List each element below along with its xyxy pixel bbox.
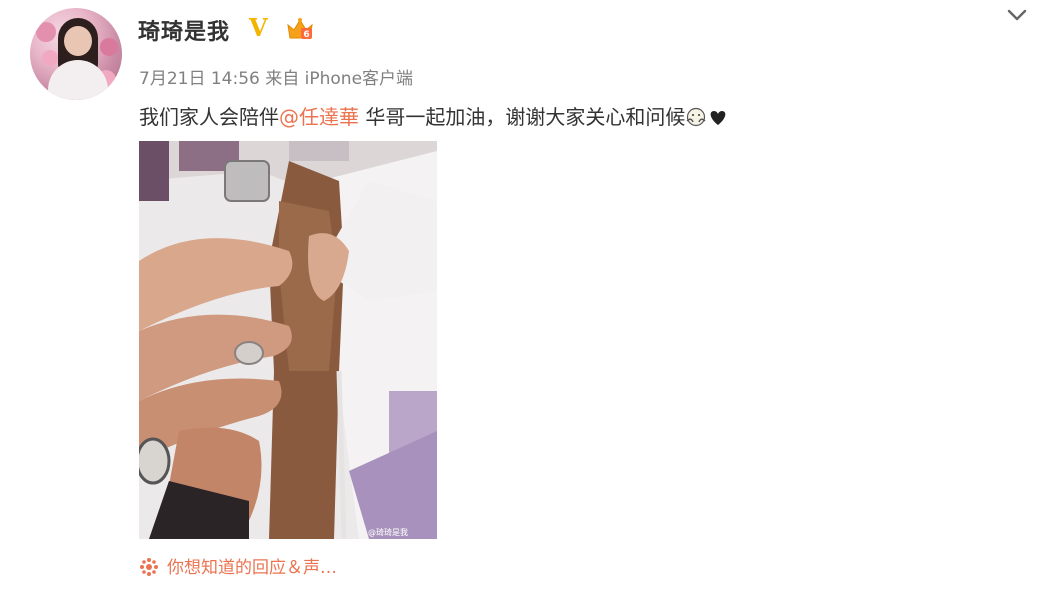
post-image[interactable] — [139, 141, 437, 539]
author-name[interactable]: 琦琦是我 — [138, 14, 230, 46]
svg-text:6: 6 — [303, 30, 309, 40]
post-text: 我们家人会陪伴@任達華 华哥一起加油，谢谢大家关心和问候 — [139, 101, 729, 130]
post-meta: 7月21日 14:56 来自 iPhone客户端 — [139, 69, 414, 89]
hug-emoji-icon — [686, 107, 706, 127]
footer-link[interactable]: 你想知道的回应＆声… — [139, 553, 337, 578]
black-heart-icon — [711, 111, 726, 125]
post-text-after: 华哥一起加油，谢谢大家关心和问候 — [359, 105, 686, 129]
post-image-graphic — [139, 141, 437, 539]
chevron-down-icon[interactable] — [1006, 6, 1028, 24]
mention-link[interactable]: @任達華 — [279, 105, 359, 129]
footer-link-text: 你想知道的回应＆声… — [167, 558, 337, 578]
crown-member-icon[interactable]: 6 — [285, 16, 315, 42]
sun-link-icon — [140, 558, 158, 576]
avatar[interactable] — [30, 8, 122, 100]
post-text-before: 我们家人会陪伴 — [139, 105, 279, 129]
verified-icon: V — [249, 13, 268, 42]
image-watermark: @琦琦是我 — [368, 528, 408, 537]
